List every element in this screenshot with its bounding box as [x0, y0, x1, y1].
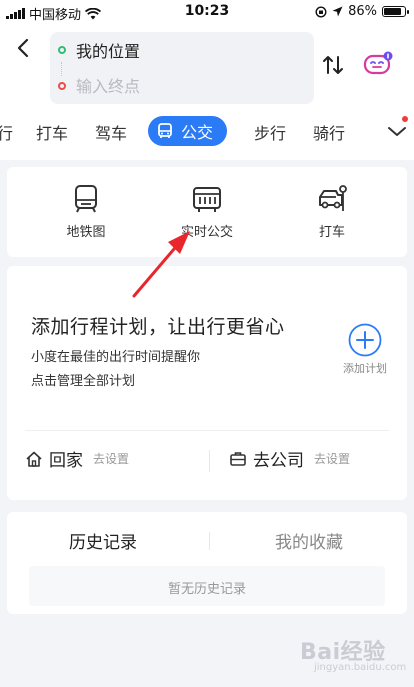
travel-mode-tabs: 行 打车 驾车 公交 步行 骑行: [0, 116, 414, 150]
place-divider: [209, 450, 210, 472]
history-empty-state: 暂无历史记录: [29, 566, 385, 606]
home-label: 回家: [49, 451, 83, 471]
plus-circle-icon: [348, 323, 382, 357]
taxi-icon: [319, 185, 347, 211]
briefcase-icon: [230, 451, 246, 466]
bus-icon: [158, 123, 172, 138]
history-card: 历史记录 我的收藏 暂无历史记录: [7, 512, 407, 614]
tab-history[interactable]: 历史记录: [69, 528, 137, 553]
watermark-url: jingyan.baidu.com: [314, 662, 407, 673]
history-empty-text: 暂无历史记录: [167, 582, 246, 597]
orientation-lock-icon: [315, 5, 327, 18]
battery-percent: 86%: [348, 4, 377, 19]
home-icon: [26, 451, 42, 467]
home-set-link[interactable]: 去设置: [93, 450, 129, 467]
company-set-link[interactable]: 去设置: [314, 450, 350, 467]
location-arrow-icon: [332, 6, 343, 17]
tab-bus-label: 公交: [181, 123, 214, 142]
taxi-label: 打车: [318, 225, 345, 240]
battery-fill: [384, 8, 402, 15]
tab-bus[interactable]: 公交: [148, 116, 228, 146]
subway-map-label: 地铁图: [66, 225, 106, 240]
start-point-text: 我的位置: [76, 42, 141, 61]
back-arrow-icon[interactable]: [12, 36, 36, 60]
status-bar: 中国移动 10:23 86%: [0, 0, 414, 24]
plan-divider: [25, 430, 389, 431]
quick-entry-card: 地铁图 实时公交 打车: [7, 167, 407, 257]
battery-icon: [382, 6, 409, 17]
add-plan-label: 添加计划: [343, 362, 387, 375]
trip-plan-card: 添加行程计划，让出行更省心 小度在最佳的出行时间提醒你 点击管理全部计划 添加计…: [7, 266, 407, 500]
assistant-robot-icon[interactable]: [362, 48, 394, 80]
tab-favorites[interactable]: 我的收藏: [275, 528, 343, 553]
subway-icon: [75, 185, 97, 213]
plan-title: 添加行程计划，让出行更省心: [31, 316, 285, 338]
home-shortcut[interactable]: 回家 去设置: [25, 446, 129, 471]
baidu-jingyan-watermark: Bai经验 jingyan.baidu.com: [270, 632, 410, 684]
route-header: 我的位置 行 打车 驾车 公: [0, 24, 414, 160]
tab-drive[interactable]: 驾车: [95, 120, 127, 144]
tab-mode-partial[interactable]: 行: [0, 120, 13, 144]
tab-taxi[interactable]: 打车: [36, 120, 68, 144]
tab-cycle[interactable]: 骑行: [313, 120, 345, 144]
annotation-arrow-icon: [132, 231, 190, 298]
start-point-row[interactable]: 我的位置: [58, 38, 140, 62]
route-input-box: 我的位置: [50, 32, 314, 104]
destination-input[interactable]: [76, 76, 276, 96]
company-shortcut[interactable]: 去公司 去设置: [229, 446, 350, 471]
realtime-bus-icon: [193, 187, 221, 212]
start-dot-icon: [58, 46, 66, 54]
tab-walk[interactable]: 步行: [254, 120, 286, 144]
swap-route-icon[interactable]: [320, 52, 346, 78]
end-point-row[interactable]: [58, 74, 276, 98]
company-label: 去公司: [253, 451, 304, 471]
subway-map-entry[interactable]: 地铁图: [41, 183, 131, 240]
plan-desc-line1: 小度在最佳的出行时间提醒你: [31, 350, 201, 365]
end-dot-icon: [58, 82, 66, 90]
taxi-entry[interactable]: 打车: [287, 183, 377, 240]
plan-desc-line2[interactable]: 点击管理全部计划: [31, 370, 135, 389]
chevron-down-icon[interactable]: [386, 120, 408, 142]
add-plan-button[interactable]: 添加计划: [335, 322, 395, 376]
notification-dot: [402, 116, 408, 122]
status-right: 86%: [315, 4, 409, 19]
history-tab-divider: [209, 532, 210, 550]
